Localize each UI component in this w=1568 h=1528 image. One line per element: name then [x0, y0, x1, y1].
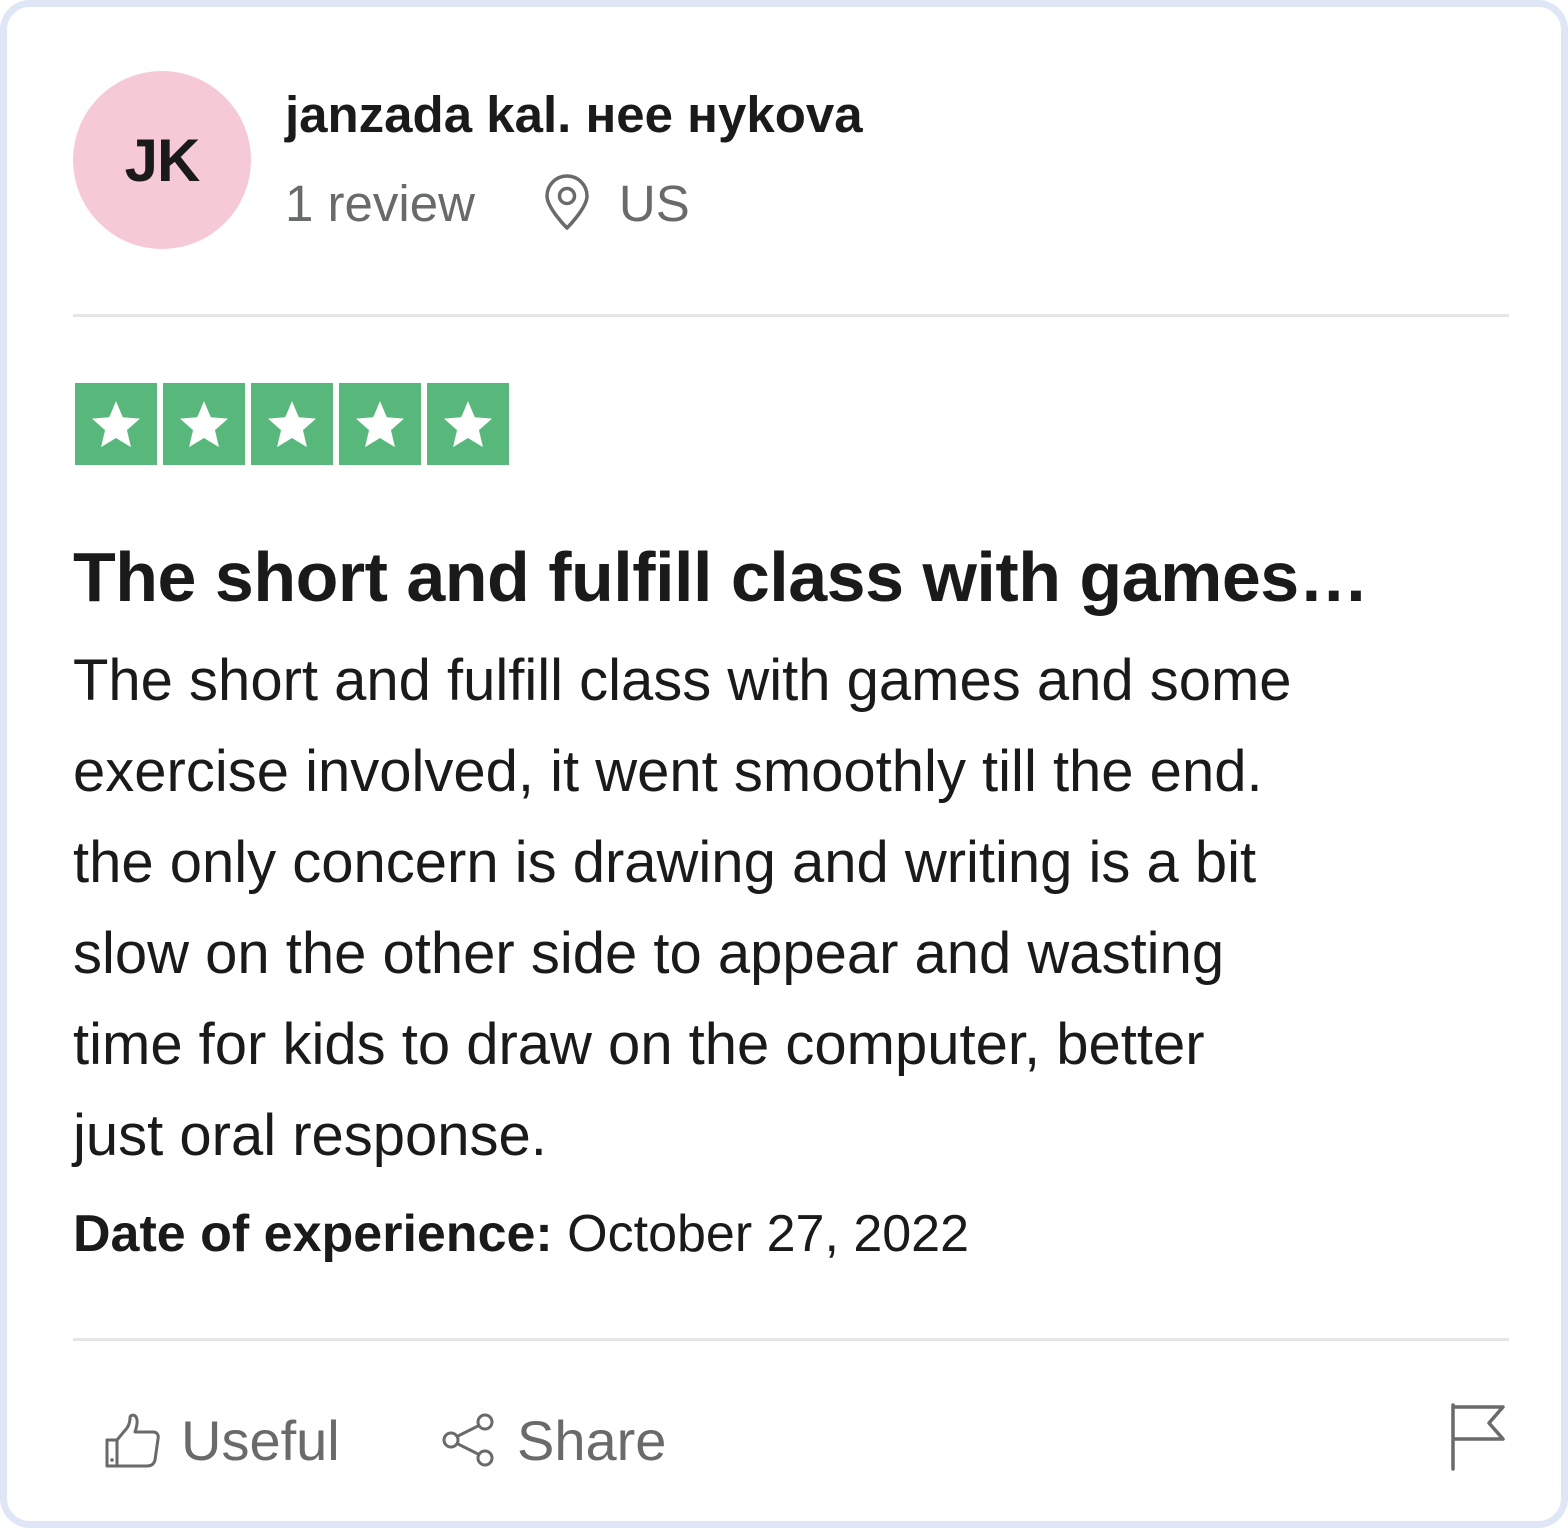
star-icon: [179, 401, 229, 448]
star-icon: [355, 401, 405, 448]
star-1: [75, 383, 157, 465]
avatar[interactable]: JK: [73, 71, 251, 249]
report-flag-button[interactable]: [1447, 1401, 1509, 1473]
useful-button[interactable]: Useful: [103, 1405, 340, 1475]
avatar-initials: JK: [124, 126, 201, 194]
star-icon: [91, 401, 141, 448]
useful-label: Useful: [181, 1408, 340, 1472]
date-label: Date of experience:: [73, 1205, 553, 1263]
star-5: [427, 383, 509, 465]
map-pin-icon: [541, 174, 593, 232]
review-card: JK janzada kal. нее нykova 1 review US T…: [0, 0, 1568, 1528]
reviewer-country: US: [618, 174, 690, 232]
header-divider: [73, 314, 1509, 317]
star-2: [163, 383, 245, 465]
flag-icon: [1451, 1403, 1505, 1471]
date-of-experience: Date of experience: October 27, 2022: [73, 1203, 969, 1265]
footer-divider: [73, 1338, 1509, 1341]
reviewer-name[interactable]: janzada kal. нее нykova: [285, 85, 863, 145]
star-icon: [443, 401, 493, 448]
review-body-line: the only concern is drawing and writing …: [73, 830, 1257, 895]
review-count: 1 review: [285, 174, 475, 232]
star-4: [339, 383, 421, 465]
reviewer-meta: 1 review US: [285, 173, 690, 233]
review-body-line: just oral response.: [73, 1103, 547, 1168]
share-button[interactable]: Share: [439, 1405, 666, 1475]
review-body: The short and fulfill class with games a…: [73, 635, 1513, 1181]
review-body-line: slow on the other side to appear and was…: [73, 921, 1225, 986]
thumbs-up-icon: [105, 1413, 160, 1468]
review-title[interactable]: The short and fulfill class with games…: [73, 537, 1369, 617]
star-icon: [267, 401, 317, 448]
star-rating: [75, 383, 509, 465]
date-value: October 27, 2022: [552, 1205, 970, 1263]
share-label: Share: [517, 1408, 667, 1472]
review-body-line: The short and fulfill class with games a…: [73, 648, 1292, 713]
star-3: [251, 383, 333, 465]
review-body-line: time for kids to draw on the computer, b…: [73, 1012, 1205, 1077]
share-icon: [442, 1413, 494, 1467]
review-body-line: exercise involved, it went smoothly till…: [73, 739, 1263, 804]
